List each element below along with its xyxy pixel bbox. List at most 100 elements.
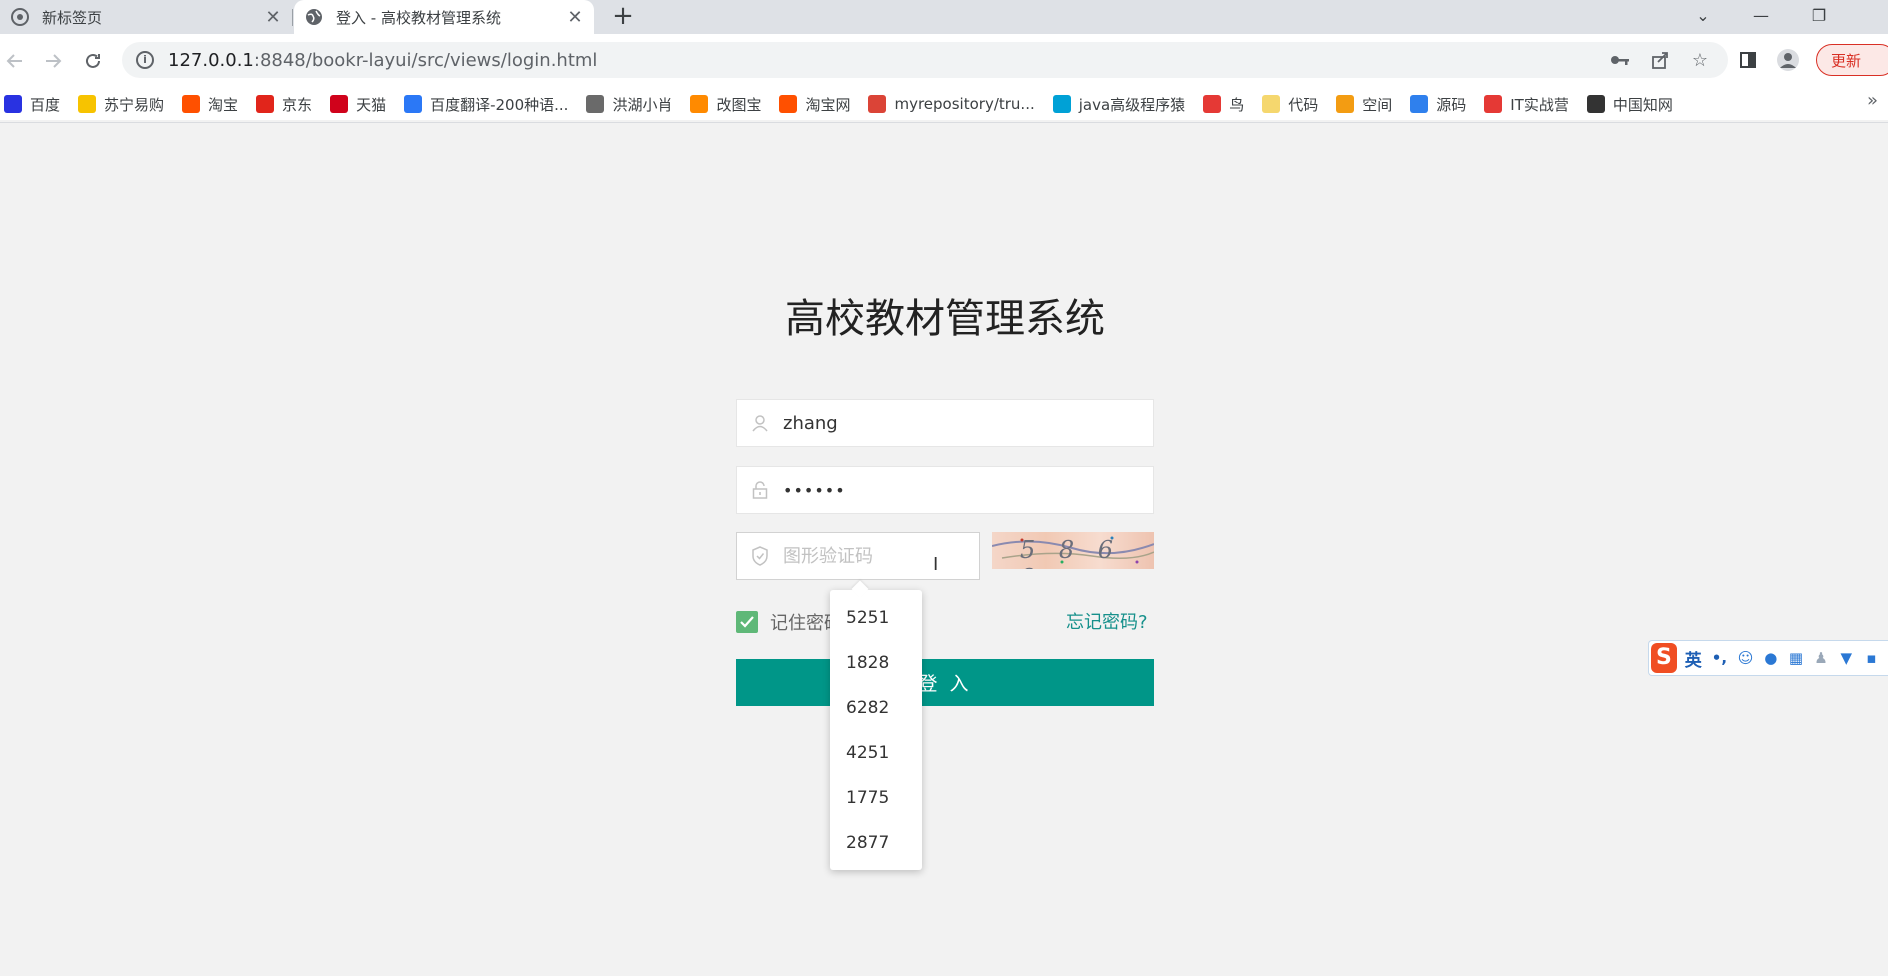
address-bar[interactable]: i 127.0.0.1:8848/bookr-layui/src/views/l…: [122, 42, 1728, 78]
sogou-logo-icon[interactable]: S: [1651, 643, 1677, 673]
forward-arrow-icon: [46, 54, 62, 68]
minimize-button[interactable]: —: [1734, 0, 1788, 30]
emoji-icon[interactable]: ☺: [1737, 648, 1754, 668]
tab-title: 登入 - 高校教材管理系统: [336, 8, 501, 27]
restore-button[interactable]: ❐: [1792, 0, 1846, 30]
bookmark-label: IT实战营: [1510, 95, 1569, 114]
autocomplete-option[interactable]: 1828: [830, 641, 922, 686]
reload-icon: [86, 53, 100, 68]
microphone-icon[interactable]: ●: [1762, 648, 1779, 668]
back-button[interactable]: [0, 46, 30, 76]
back-arrow-icon: [6, 54, 22, 68]
captcha-image[interactable]: 5 8 6 8: [992, 532, 1154, 569]
forgot-password-link[interactable]: 忘记密码?: [1066, 608, 1148, 634]
bookmark-item[interactable]: 改图宝: [690, 94, 761, 115]
bookmark-label: 中国知网: [1612, 95, 1673, 114]
bookmark-item[interactable]: myrepository/tru...: [868, 95, 1035, 113]
autocomplete-option[interactable]: 4251: [830, 731, 922, 776]
user-icon: [737, 414, 783, 432]
reload-button[interactable]: [78, 46, 108, 76]
more-bookmarks-icon[interactable]: »: [1867, 90, 1878, 111]
tab-search-icon[interactable]: ⌄: [1676, 0, 1730, 30]
bookmark-item[interactable]: 源码: [1410, 94, 1466, 115]
skin-icon[interactable]: ▼: [1838, 648, 1855, 668]
profile-avatar[interactable]: [1776, 48, 1800, 72]
check-icon: [740, 616, 754, 628]
bookmark-item[interactable]: 代码: [1262, 94, 1318, 115]
fish-icon: [1410, 95, 1429, 113]
site-info-icon[interactable]: i: [136, 51, 154, 69]
globe-icon: [306, 9, 322, 25]
bookmark-item[interactable]: IT实战营: [1484, 94, 1569, 115]
login-button[interactable]: 登 入: [736, 659, 1154, 706]
autocomplete-option[interactable]: 1775: [830, 776, 922, 821]
ime-mode-toggle[interactable]: 英: [1685, 646, 1702, 671]
taobao-icon: [182, 95, 201, 113]
chrome-red-icon: [1484, 95, 1503, 113]
translate-icon: [404, 95, 423, 113]
username-value: zhang: [783, 412, 838, 434]
bookmark-label: 源码: [1436, 95, 1467, 114]
bookmark-item[interactable]: 京东: [256, 94, 312, 115]
new-tab-button[interactable]: +: [608, 2, 638, 32]
chrome-icon: [11, 8, 29, 26]
password-field[interactable]: ••••••: [736, 466, 1154, 514]
bookmark-item[interactable]: 鸟: [1203, 94, 1244, 115]
toolbox-icon[interactable]: ▪: [1863, 648, 1880, 668]
bookmark-label: 空间: [1362, 95, 1393, 114]
username-field[interactable]: zhang: [736, 399, 1154, 447]
tmall-icon: [330, 95, 349, 113]
bookmark-item[interactable]: java高级程序猿: [1052, 94, 1186, 115]
bookmark-label: java高级程序猿: [1078, 95, 1186, 114]
url-text: 127.0.0.1:8848/bookr-layui/src/views/log…: [168, 49, 598, 71]
chrome-icon: [868, 95, 887, 113]
close-tab-icon[interactable]: ✕: [264, 7, 282, 28]
captcha-input[interactable]: [783, 545, 983, 567]
bookmark-item[interactable]: 空间: [1336, 94, 1392, 115]
bookmark-label: 代码: [1288, 95, 1319, 114]
forward-button[interactable]: [38, 46, 68, 76]
tab-new-tab[interactable]: 新标签页 ✕: [0, 0, 292, 34]
lock-icon: [737, 481, 783, 499]
jd-icon: [256, 95, 275, 113]
close-tab-icon[interactable]: ✕: [566, 7, 584, 28]
chrome-divider: [0, 122, 1888, 123]
ime-punct-toggle[interactable]: •,: [1712, 649, 1727, 667]
bookmark-item[interactable]: 苏宁易购: [78, 94, 164, 115]
bookmark-item[interactable]: 淘宝: [182, 94, 238, 115]
page-title: 高校教材管理系统: [785, 296, 1105, 342]
bookmark-label: myrepository/tru...: [894, 95, 1035, 113]
captcha-field[interactable]: [736, 532, 983, 580]
update-label: 更新: [1831, 51, 1862, 70]
bookmark-item[interactable]: 天猫: [330, 94, 386, 115]
autocomplete-option[interactable]: 2877: [830, 821, 922, 866]
tab-strip: 新标签页 ✕ 登入 - 高校教材管理系统 ✕ + ⌄ — ❐: [0, 0, 1888, 34]
autocomplete-option[interactable]: 6282: [830, 686, 922, 731]
bookmark-item[interactable]: 洪湖小肖: [586, 94, 672, 115]
update-button[interactable]: 更新: [1816, 44, 1888, 76]
bookmark-item[interactable]: 中国知网: [1586, 94, 1673, 115]
bookmark-label: 淘宝网: [805, 95, 851, 114]
captcha-text: 5 8 6 8: [1020, 536, 1122, 569]
bookmark-item[interactable]: 淘宝网: [779, 94, 850, 115]
autocomplete-option[interactable]: 5251: [830, 596, 922, 641]
remember-checkbox[interactable]: [736, 611, 758, 633]
bookmark-item[interactable]: 百度: [4, 94, 60, 115]
bookmark-label: 百度: [30, 95, 61, 114]
keyboard-icon[interactable]: ▦: [1787, 648, 1804, 668]
bookmark-item[interactable]: 百度翻译-200种语...: [404, 94, 568, 115]
autocomplete-dropdown: 5251 1828 6282 4251 1775 2877: [830, 590, 922, 870]
side-panel-icon[interactable]: [1736, 48, 1760, 72]
share-icon[interactable]: [1648, 48, 1672, 72]
cnki-icon: [1586, 95, 1605, 113]
password-value: ••••••: [783, 480, 846, 500]
key-icon[interactable]: [1608, 48, 1632, 72]
tab-login[interactable]: 登入 - 高校教材管理系统 ✕: [294, 0, 594, 34]
bookmark-label: 京东: [282, 95, 313, 114]
shield-icon: [737, 546, 783, 566]
code-icon: [1262, 95, 1281, 113]
user-settings-icon[interactable]: ♟: [1813, 648, 1830, 668]
text-cursor-icon: I: [933, 554, 939, 575]
tab-title: 新标签页: [42, 8, 103, 27]
bookmark-star-icon[interactable]: ☆: [1688, 48, 1712, 72]
